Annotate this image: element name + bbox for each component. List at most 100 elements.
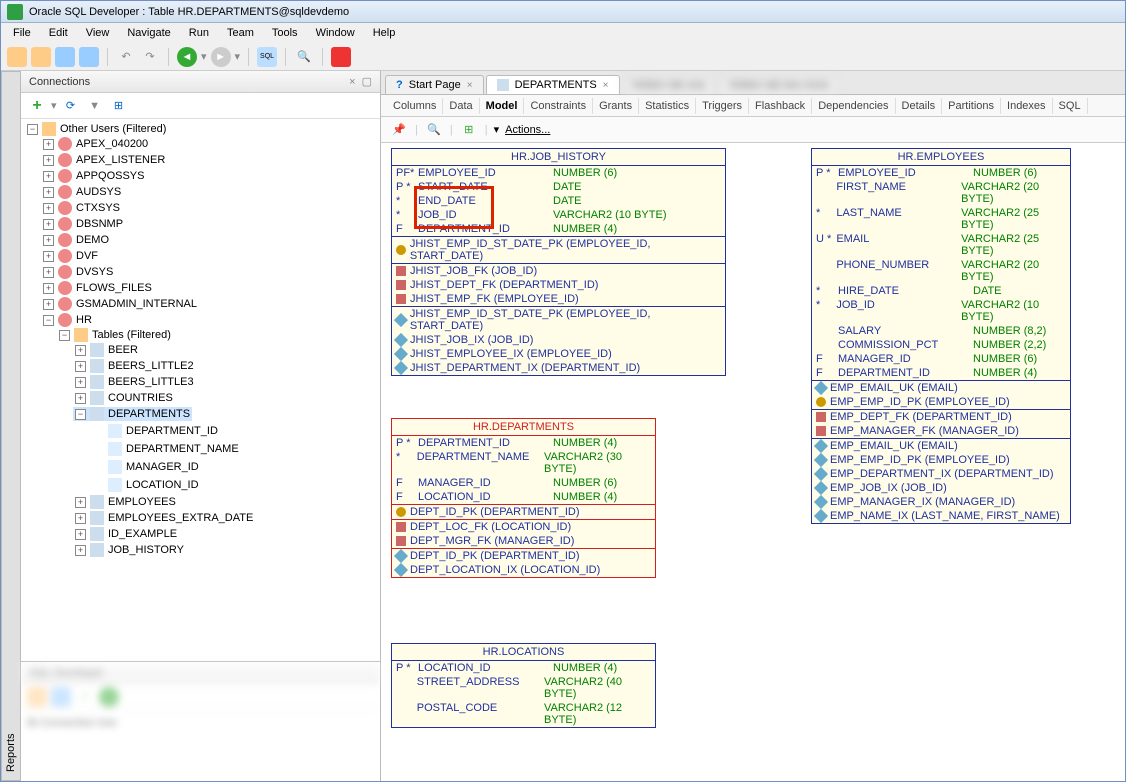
sub-tab-dependencies[interactable]: Dependencies: [812, 98, 895, 114]
tree-column[interactable]: LOCATION_ID: [89, 478, 201, 492]
titlebar: Oracle SQL Developer : Table HR.DEPARTME…: [1, 1, 1125, 23]
tab-departments[interactable]: DEPARTMENTS ×: [486, 75, 620, 94]
filter-icon[interactable]: ▼: [85, 96, 105, 116]
dropdown-icon[interactable]: ▾: [494, 123, 500, 136]
tree-user[interactable]: +APEX_040200: [41, 137, 150, 151]
sub-tab-indexes[interactable]: Indexes: [1001, 98, 1053, 114]
pin-icon[interactable]: 📌: [389, 120, 409, 140]
bottom-pane: SQL Developer ✓ ⊞ Connection tree: [21, 661, 380, 781]
layout-model-icon[interactable]: ⊞: [459, 120, 479, 140]
menu-file[interactable]: File: [5, 25, 39, 41]
tree-table[interactable]: +ID_EXAMPLE: [73, 527, 179, 541]
app-icon: [7, 4, 23, 20]
connections-header: Connections × ▢: [21, 71, 380, 93]
find-icon[interactable]: 🔍: [294, 47, 314, 67]
tree-user[interactable]: +DBSNMP: [41, 217, 125, 231]
close-icon[interactable]: ×: [467, 80, 473, 91]
menu-run[interactable]: Run: [181, 25, 217, 41]
tab-start-page[interactable]: ? Start Page ×: [385, 75, 484, 94]
connections-toolbar: + ▾ ⟳ ▼ ⊞: [21, 93, 380, 119]
tree-column[interactable]: DEPARTMENT_ID: [89, 424, 220, 438]
tree-table-departments[interactable]: −DEPARTMENTS: [73, 407, 192, 421]
menubar: File Edit View Navigate Run Team Tools W…: [1, 23, 1125, 43]
tree-user[interactable]: +DVF: [41, 249, 100, 263]
model-toolbar: 📌 | 🔍 | ⊞ | ▾ Actions...: [381, 117, 1125, 143]
sub-tab-grants[interactable]: Grants: [593, 98, 639, 114]
entity-employees[interactable]: HR.EMPLOYEESP *EMPLOYEE_IDNUMBER (6)FIRS…: [811, 148, 1071, 524]
tree-tables-folder[interactable]: −Tables (Filtered): [57, 328, 173, 342]
menu-view[interactable]: View: [78, 25, 118, 41]
tab-hidden-1[interactable]: hidden tab one: [622, 75, 717, 94]
tab-hidden-2[interactable]: hidden tab two more: [718, 75, 840, 94]
tree-user[interactable]: +DVSYS: [41, 265, 115, 279]
tree-user[interactable]: +AUDSYS: [41, 185, 123, 199]
tree-user[interactable]: +FLOWS_FILES: [41, 281, 154, 295]
sub-tab-constraints[interactable]: Constraints: [524, 98, 593, 114]
reports-tab[interactable]: Reports: [1, 71, 21, 781]
document-tabs: ? Start Page × DEPARTMENTS × hidden tab …: [381, 71, 1125, 95]
entity-locations[interactable]: HR.LOCATIONSP *LOCATION_IDNUMBER (4)STRE…: [391, 643, 656, 728]
tree-user[interactable]: +GSMADMIN_INTERNAL: [41, 297, 199, 311]
tree-column[interactable]: MANAGER_ID: [89, 460, 201, 474]
forward-icon[interactable]: ►: [211, 47, 231, 67]
actions-button[interactable]: Actions...: [505, 124, 550, 136]
tree-table[interactable]: +JOB_HISTORY: [73, 543, 186, 557]
menu-window[interactable]: Window: [308, 25, 363, 41]
new-icon[interactable]: [7, 47, 27, 67]
tree-table[interactable]: +BEERS_LITTLE2: [73, 359, 196, 373]
pane-controls[interactable]: × ▢: [349, 75, 372, 88]
tree-user[interactable]: +APEX_LISTENER: [41, 153, 167, 167]
tree-user[interactable]: +DEMO: [41, 233, 111, 247]
connections-tree[interactable]: −Other Users (Filtered) +APEX_040200+APE…: [21, 119, 380, 661]
sub-tab-statistics[interactable]: Statistics: [639, 98, 696, 114]
left-pane: Connections × ▢ + ▾ ⟳ ▼ ⊞ −Other Users (…: [21, 71, 381, 781]
save-icon[interactable]: [55, 47, 75, 67]
refresh-icon[interactable]: ⟳: [61, 96, 81, 116]
sub-tab-partitions[interactable]: Partitions: [942, 98, 1001, 114]
tree-user-hr[interactable]: −HR: [41, 313, 94, 327]
menu-edit[interactable]: Edit: [41, 25, 76, 41]
sub-tab-triggers[interactable]: Triggers: [696, 98, 749, 114]
tree-table[interactable]: +BEERS_LITTLE3: [73, 375, 196, 389]
stop-icon[interactable]: [331, 47, 351, 67]
sub-tab-data[interactable]: Data: [443, 98, 479, 114]
window-title: Oracle SQL Developer : Table HR.DEPARTME…: [29, 6, 349, 18]
tree-root[interactable]: Other Users (Filtered): [60, 123, 166, 135]
back-icon[interactable]: ◄: [177, 47, 197, 67]
help-icon: ?: [396, 79, 403, 91]
layout-icon[interactable]: ⊞: [109, 96, 129, 116]
sub-tab-sql[interactable]: SQL: [1053, 98, 1088, 114]
menu-team[interactable]: Team: [219, 25, 262, 41]
zoom-icon[interactable]: 🔍: [424, 120, 444, 140]
tree-table[interactable]: +EMPLOYEES_EXTRA_DATE: [73, 511, 255, 525]
tree-column[interactable]: DEPARTMENT_NAME: [89, 442, 241, 456]
sub-tab-details[interactable]: Details: [896, 98, 943, 114]
tree-user[interactable]: +CTXSYS: [41, 201, 122, 215]
tree-table[interactable]: +EMPLOYEES: [73, 495, 178, 509]
sub-tab-model[interactable]: Model: [480, 98, 525, 114]
connections-title: Connections: [29, 76, 90, 88]
tree-table[interactable]: +COUNTRIES: [73, 391, 175, 405]
tree-table[interactable]: +BEER: [73, 343, 140, 357]
add-connection-icon[interactable]: +: [27, 96, 47, 116]
table-icon: [497, 79, 509, 91]
sub-tab-columns[interactable]: Columns: [387, 98, 443, 114]
entity-departments[interactable]: HR.DEPARTMENTSP *DEPARTMENT_IDNUMBER (4)…: [391, 418, 656, 578]
sub-tab-flashback[interactable]: Flashback: [749, 98, 812, 114]
object-sub-tabs: ColumnsDataModelConstraintsGrantsStatist…: [381, 95, 1125, 117]
menu-help[interactable]: Help: [365, 25, 404, 41]
sql-icon[interactable]: SQL: [257, 47, 277, 67]
open-icon[interactable]: [31, 47, 51, 67]
right-pane: ? Start Page × DEPARTMENTS × hidden tab …: [381, 71, 1125, 781]
menu-tools[interactable]: Tools: [264, 25, 306, 41]
tree-user[interactable]: +APPQOSSYS: [41, 169, 146, 183]
main-toolbar: ↶ ↷ ◄ ▾ ► ▾ SQL 🔍: [1, 43, 1125, 71]
menu-navigate[interactable]: Navigate: [119, 25, 178, 41]
close-icon[interactable]: ×: [603, 80, 609, 91]
erd-canvas[interactable]: HR.JOB_HISTORYPF*EMPLOYEE_IDNUMBER (6)P …: [381, 143, 1125, 781]
redo-icon[interactable]: ↷: [140, 47, 160, 67]
main-area: Reports Connections × ▢ + ▾ ⟳ ▼ ⊞ −Other…: [1, 71, 1125, 781]
save-all-icon[interactable]: [79, 47, 99, 67]
undo-icon[interactable]: ↶: [116, 47, 136, 67]
entity-job-history[interactable]: HR.JOB_HISTORYPF*EMPLOYEE_IDNUMBER (6)P …: [391, 148, 726, 376]
